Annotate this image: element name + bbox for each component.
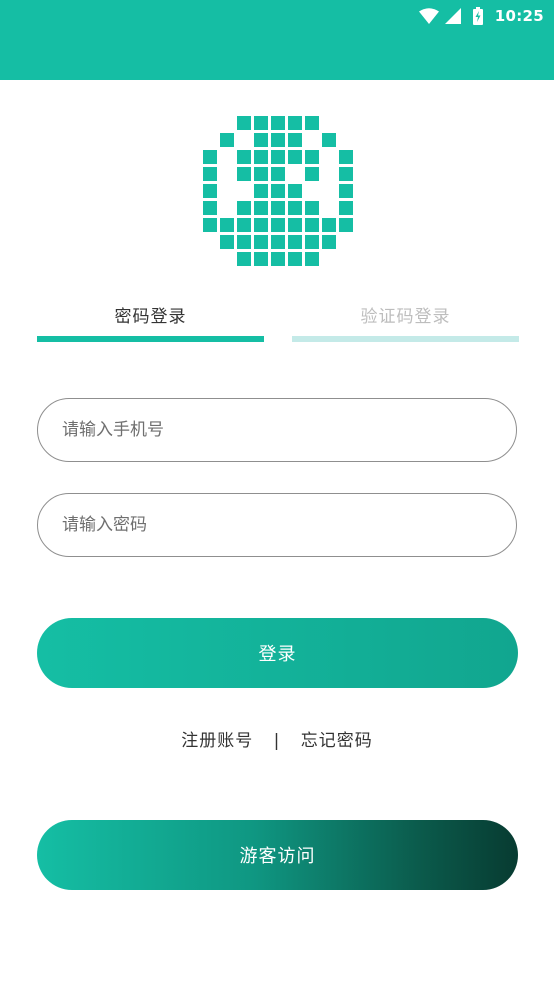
logo-pixel xyxy=(288,235,302,249)
logo-pixel xyxy=(305,235,319,249)
logo-pixel xyxy=(271,252,285,266)
forgot-password-link[interactable]: 忘记密码 xyxy=(301,731,373,751)
logo-pixel xyxy=(237,252,251,266)
battery-charging-icon xyxy=(472,7,483,25)
phone-field-wrapper xyxy=(37,398,517,462)
logo-pixel xyxy=(237,150,251,164)
status-time: 10:25 xyxy=(494,7,544,25)
logo-pixel xyxy=(271,167,285,181)
account-links: 注册账号 | 忘记密码 xyxy=(0,726,554,752)
logo-pixel xyxy=(288,150,302,164)
logo-pixel xyxy=(288,116,302,130)
logo-pixel xyxy=(339,184,353,198)
logo-pixel xyxy=(254,184,268,198)
logo-pixel xyxy=(254,201,268,215)
register-link[interactable]: 注册账号 xyxy=(181,731,253,751)
logo-pixel xyxy=(271,116,285,130)
logo-pixel xyxy=(271,218,285,232)
tab-code-login-label: 验证码登录 xyxy=(360,307,451,327)
logo-pixel xyxy=(254,116,268,130)
logo-pixel xyxy=(237,201,251,215)
logo-pixel xyxy=(237,167,251,181)
logo-pixel xyxy=(203,184,217,198)
logo-pixel xyxy=(288,252,302,266)
tab-password-login-indicator xyxy=(37,336,264,342)
logo-pixel xyxy=(322,218,336,232)
logo-pixel xyxy=(203,167,217,181)
logo-pixel xyxy=(271,133,285,147)
logo-pixel xyxy=(254,133,268,147)
logo-pixel xyxy=(305,218,319,232)
login-screen: 10:25 密码登录 验证码登录 登录 注册账号 | 忘记密码 游客访问 xyxy=(0,0,554,986)
logo-pixel xyxy=(288,184,302,198)
logo-pixel xyxy=(288,201,302,215)
logo-pixel xyxy=(271,150,285,164)
tab-code-login-indicator xyxy=(292,336,519,342)
logo-pixel xyxy=(339,167,353,181)
logo-pixel xyxy=(220,218,234,232)
logo-pixel xyxy=(339,150,353,164)
status-bar: 10:25 xyxy=(418,6,544,26)
logo-pixel xyxy=(288,218,302,232)
logo-pixel xyxy=(271,201,285,215)
logo-pixel xyxy=(322,133,336,147)
logo-pixel xyxy=(339,201,353,215)
logo-pixel xyxy=(305,167,319,181)
logo-pixel xyxy=(237,218,251,232)
logo-pixel xyxy=(305,252,319,266)
logo-pixel xyxy=(254,252,268,266)
password-field-wrapper xyxy=(37,493,517,557)
logo-pixel xyxy=(339,218,353,232)
header-bar: 10:25 xyxy=(0,0,554,80)
phone-input[interactable] xyxy=(62,399,482,461)
logo-pixel xyxy=(203,150,217,164)
logo-pixel xyxy=(305,150,319,164)
logo-pixel xyxy=(220,235,234,249)
login-button[interactable]: 登录 xyxy=(37,618,518,688)
logo-pixel xyxy=(322,235,336,249)
logo-pixel xyxy=(254,235,268,249)
tab-password-login[interactable]: 密码登录 xyxy=(37,300,264,342)
logo-pixel xyxy=(237,235,251,249)
logo-pixel xyxy=(203,218,217,232)
logo-pixel xyxy=(254,218,268,232)
wifi-icon xyxy=(418,8,439,24)
cell-signal-icon xyxy=(444,8,461,24)
tab-code-login[interactable]: 验证码登录 xyxy=(292,300,519,342)
logo-pixel xyxy=(254,150,268,164)
logo-pixel xyxy=(254,167,268,181)
logo-pixel xyxy=(288,133,302,147)
logo-pixel xyxy=(237,116,251,130)
tab-password-login-label: 密码登录 xyxy=(114,307,187,327)
logo-pixel xyxy=(203,201,217,215)
links-separator: | xyxy=(273,731,281,751)
password-input[interactable] xyxy=(62,494,482,556)
logo-pixel xyxy=(220,133,234,147)
guest-visit-button[interactable]: 游客访问 xyxy=(37,820,518,890)
logo-pixel xyxy=(271,184,285,198)
pixel-logo-icon xyxy=(203,116,353,266)
logo-pixel xyxy=(305,116,319,130)
logo-pixel xyxy=(305,201,319,215)
logo-pixel xyxy=(271,235,285,249)
